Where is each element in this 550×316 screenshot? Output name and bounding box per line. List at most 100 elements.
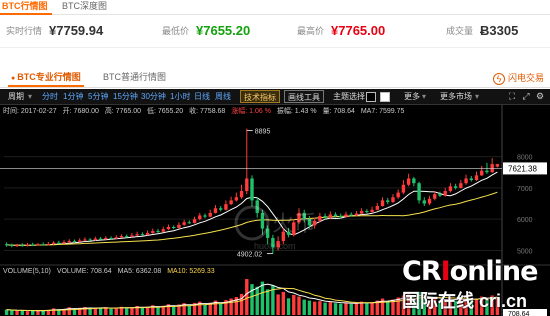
cri-logo-text: CRIonline [402,256,538,287]
volume-bar [72,309,77,315]
high-label: 8895 [255,129,271,136]
lightning-icon: ϟ [492,72,505,85]
interval-weekly[interactable]: 周线 [215,90,231,103]
volume-bar [344,302,348,315]
vol-title: VOLUME(5,10) [3,268,51,275]
info-amplitude: 振幅: 1.43 % [276,108,317,115]
volume-bar [10,310,14,315]
theme-select-label[interactable]: 主题选择 [333,90,365,103]
candle-body [380,200,385,207]
volume-info-line: VOLUME(5,10) VOLUME: 708.64 MA5: 6362.08… [3,267,219,277]
candle-body [46,243,51,245]
flash-trade-button[interactable]: ϟ 闪电交易 [492,70,544,86]
volume-bar [156,307,160,315]
candle-body [459,183,463,188]
theme-dark-swatch[interactable] [366,92,376,102]
volume-bar [20,310,24,315]
volume-bar [328,302,333,315]
candle-body [391,197,395,202]
volume-bar [276,294,280,315]
stat-realtime: 实时行情 ¥7759.94 [6,21,103,41]
expand-icon[interactable]: ⤢ [521,91,531,102]
candle-body [93,238,98,241]
candle-body [333,214,338,217]
volume-bar [218,303,223,315]
candle-body [396,192,400,198]
theme-light-swatch[interactable] [380,92,390,102]
more-markets-button[interactable]: 更多市场 [440,90,472,103]
info-open: 开: 7680.00 [62,108,99,115]
dot-icon: ● [11,75,16,82]
tab-pro-chart-label: BTC专业行情图 [17,72,81,82]
candle-body [245,178,249,191]
more-button[interactable]: 更多 [404,90,420,103]
interval-15min[interactable]: 15分钟 [113,90,138,103]
volume-bar [4,309,9,315]
volume-bar [365,303,369,315]
volume-bar [25,311,30,315]
candle-body [218,208,223,210]
candle-body [135,234,139,236]
candle-body [433,194,437,199]
interval-5min[interactable]: 5分钟 [88,90,108,103]
candle-body [177,224,181,228]
settings-icon[interactable]: ⚙ [535,91,545,102]
candle-body [145,232,150,235]
candle-body [339,216,343,218]
stat-high: 最高价 ¥7765.00 [297,21,385,41]
info-time: 时间: 2017-02-27 [3,108,57,115]
candle-body [36,244,40,246]
candle-body [98,238,103,240]
candle-body [328,214,333,218]
y-tick-label: 7000 [517,186,533,193]
volume-bar [386,301,390,315]
volume-bar [260,281,265,315]
tab-btc-chart[interactable]: BTC行情图 [0,0,52,15]
volume-bar [255,286,259,315]
candle-body [448,186,453,191]
candle-body [130,235,134,237]
interval-fenshi[interactable]: 分时 [42,90,58,103]
candle-body [453,186,458,188]
candle-body [20,245,24,247]
volume-bar [339,303,343,315]
candle-body [495,164,500,167]
flash-trade-label: 闪电交易 [507,73,544,83]
tab-btc-depth[interactable]: BTC深度图 [62,0,107,15]
tech-indicator-button[interactable]: 技术指标 [240,90,280,103]
candle-body [365,211,369,213]
candle-body [344,214,348,217]
ohlc-info-line: 时间: 2017-02-27 开: 7680.00 高: 7765.00 低: … [3,107,408,117]
candle-body [427,198,432,204]
volume-bar [98,308,103,315]
volume-bar [312,301,317,315]
volume-bar [130,307,134,315]
interval-1hour[interactable]: 1小时 [170,90,190,103]
volume-bar [41,310,45,315]
candle-body [114,237,118,239]
candle-body [239,191,244,198]
candle-body [443,191,447,196]
volume-bar [286,298,291,315]
candle-body [375,206,380,210]
candle-body [213,208,218,213]
info-low: 低: 7655.20 [146,108,184,115]
interval-30min[interactable]: 30分钟 [141,90,166,103]
candle-body [182,222,186,225]
info-change: 涨幅: 1.06 % [231,108,271,115]
volume-bar [245,279,249,315]
draw-tool-button[interactable]: 画线工具 [284,90,324,103]
caret-icon: ▾ [475,92,480,101]
volume-bar [187,305,192,315]
candle-body [192,219,197,223]
info-volume: 量: 708.64 [322,108,355,115]
tab-basic-chart[interactable]: BTC普通行情图 [103,70,166,87]
volume-bar [354,302,359,315]
candle-body [15,245,19,247]
volume-bar [140,307,145,315]
fullscreen-icon[interactable]: ⛶ [507,91,517,102]
interval-1min[interactable]: 1分钟 [63,90,83,103]
candle-body [422,200,426,204]
tab-pro-chart[interactable]: ● BTC专业行情图 [8,70,84,87]
interval-daily[interactable]: 日线 [194,90,210,103]
